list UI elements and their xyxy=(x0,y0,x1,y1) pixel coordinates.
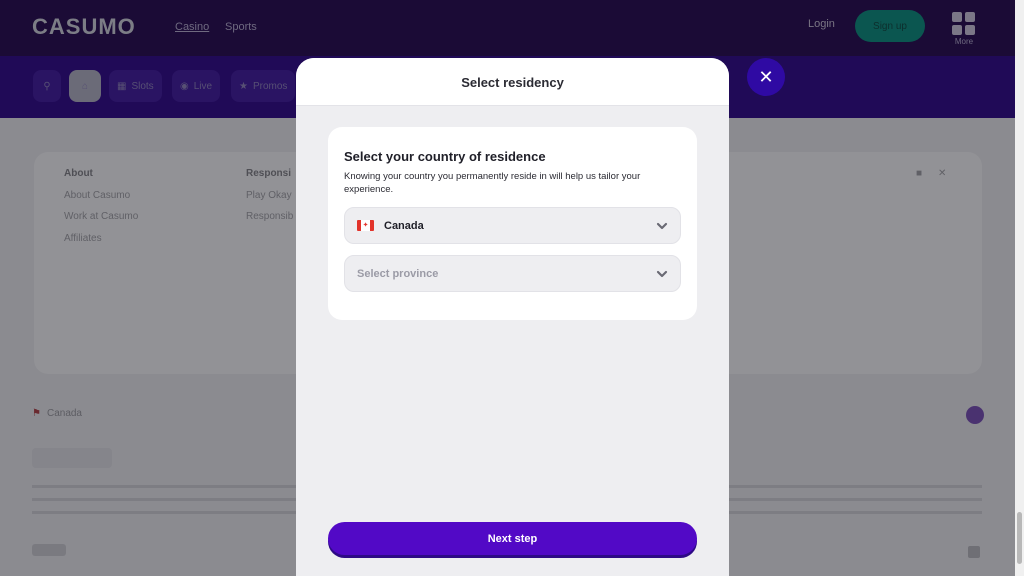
province-select-placeholder: Select province xyxy=(357,267,439,280)
signup-button[interactable]: Sign up xyxy=(855,10,925,42)
country-select[interactable]: ✦ Canada xyxy=(344,207,681,244)
residency-card: Select your country of residence Knowing… xyxy=(328,127,697,320)
card-title: Select your country of residence xyxy=(344,149,546,164)
scrollbar-thumb[interactable] xyxy=(1017,512,1022,564)
home-icon: ⌂ xyxy=(81,80,89,92)
live-icon: ◉ xyxy=(180,80,189,92)
subnav-home[interactable]: ⌂ xyxy=(69,70,101,102)
footer-link[interactable]: Responsib xyxy=(246,211,293,222)
footer-country-label: Canada xyxy=(46,408,82,419)
canada-flag-icon: ✦ xyxy=(357,220,374,231)
card-description: Knowing your country you permanently res… xyxy=(344,171,641,195)
chevron-down-icon xyxy=(656,222,668,230)
subnav-label: Live xyxy=(193,80,213,92)
responsible-heading: Responsi xyxy=(246,168,292,179)
regulator-logo xyxy=(32,448,112,468)
social-icon[interactable]: ■ xyxy=(916,168,922,179)
subnav-label: Slots xyxy=(131,80,154,92)
nav-casino[interactable]: Casino xyxy=(175,21,209,33)
grid-icon xyxy=(952,12,976,35)
residency-modal: Select residency Select your country of … xyxy=(296,58,729,576)
chevron-down-icon xyxy=(656,270,668,278)
about-heading: About xyxy=(64,168,93,179)
subnav-search[interactable]: ⚲ xyxy=(33,70,61,102)
footer-logo xyxy=(32,544,66,556)
canada-flag-icon: ⚑ xyxy=(32,408,41,419)
chat-icon[interactable] xyxy=(966,406,984,424)
footer-link[interactable]: Work at Casumo xyxy=(64,211,138,222)
casumo-logo[interactable]: CASUMO xyxy=(32,14,136,40)
social-icon[interactable]: ✕ xyxy=(938,168,946,179)
footer-link[interactable]: Play Okay xyxy=(246,190,292,201)
promos-icon: ★ xyxy=(239,80,248,92)
login-link[interactable]: Login xyxy=(808,18,835,30)
close-icon: ✕ xyxy=(758,66,774,87)
nav-sports[interactable]: Sports xyxy=(225,21,257,33)
country-select-value: Canada xyxy=(384,219,424,232)
search-icon: ⚲ xyxy=(43,80,51,92)
topbar: CASUMO Casino Sports Login Sign up More xyxy=(0,0,1015,56)
province-select[interactable]: Select province xyxy=(344,255,681,292)
slots-icon: ▦ xyxy=(117,80,127,92)
footer-link[interactable]: Affiliates xyxy=(64,233,102,244)
close-modal-button[interactable]: ✕ xyxy=(747,58,785,96)
more-label: More xyxy=(954,37,974,46)
footer-country[interactable]: ⚑ Canada xyxy=(32,408,82,419)
subnav-promos[interactable]: ★ Promos xyxy=(231,70,296,102)
modal-title: Select residency xyxy=(461,75,564,90)
more-menu[interactable]: More xyxy=(952,12,976,46)
subnav-live[interactable]: ◉ Live xyxy=(172,70,221,102)
page-scrollbar[interactable] xyxy=(1015,0,1024,576)
footer-link[interactable]: About Casumo xyxy=(64,190,130,201)
modal-header: Select residency xyxy=(296,58,729,106)
lock-icon xyxy=(968,546,980,558)
next-step-button[interactable]: Next step xyxy=(328,522,697,555)
subnav-slots[interactable]: ▦ Slots xyxy=(109,70,162,102)
subnav-label: Promos xyxy=(252,80,288,92)
